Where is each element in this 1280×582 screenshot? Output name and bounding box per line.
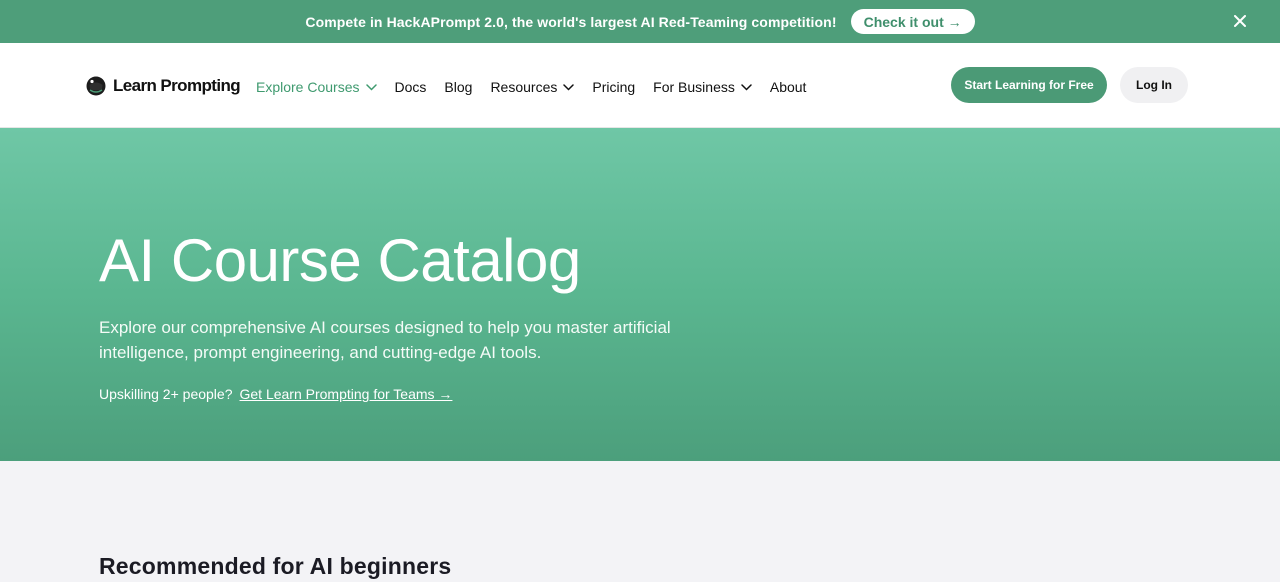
nav-label: For Business (653, 79, 735, 95)
nav-label: Pricing (592, 79, 636, 95)
start-learning-button[interactable]: Start Learning for Free (951, 67, 1107, 103)
main-nav: Explore Courses Docs Blog Resources Pric… (256, 76, 824, 98)
nav-about[interactable]: About (770, 79, 807, 95)
close-icon[interactable] (1230, 11, 1250, 31)
site-header: Learn Prompting Explore Courses Docs Blo… (0, 43, 1280, 128)
teams-link[interactable]: Get Learn Prompting for Teams → (239, 386, 452, 402)
nav-label: Explore Courses (256, 79, 360, 95)
section-title: Recommended for AI beginners (99, 553, 452, 579)
nav-pricing[interactable]: Pricing (592, 79, 635, 95)
chevron-down-icon (563, 83, 575, 91)
astronaut-helmet-icon (86, 76, 106, 96)
hero-section: AI Course Catalog Explore our comprehens… (0, 128, 1280, 461)
hero-subtitle: Explore our comprehensive AI courses des… (99, 318, 671, 362)
chevron-down-icon (365, 83, 377, 91)
nav-label: Blog (444, 79, 473, 95)
check-it-out-button[interactable]: Check it out → (850, 9, 975, 34)
teams-prefix: Upskilling 2+ people? (99, 386, 233, 402)
nav-blog[interactable]: Blog (444, 79, 472, 95)
chevron-down-icon (741, 83, 752, 91)
logo-text: Learn Prompting (113, 76, 241, 95)
nav-label: Docs (394, 79, 427, 95)
announcement-banner: Compete in HackAPrompt 2.0, the world's … (0, 0, 1280, 43)
banner-text: Compete in HackAPrompt 2.0, the world's … (305, 13, 837, 30)
nav-label: Resources (490, 79, 558, 95)
logo[interactable]: Learn Prompting (86, 73, 241, 99)
login-button[interactable]: Log In (1120, 67, 1188, 103)
nav-explore-courses[interactable]: Explore Courses (256, 79, 377, 95)
teams-callout: Upskilling 2+ people? Get Learn Promptin… (99, 386, 452, 402)
nav-docs[interactable]: Docs (395, 79, 427, 95)
nav-label: About (769, 79, 807, 95)
nav-resources[interactable]: Resources (490, 79, 575, 95)
page-title: AI Course Catalog (99, 227, 581, 294)
nav-for-business[interactable]: For Business (653, 79, 752, 95)
